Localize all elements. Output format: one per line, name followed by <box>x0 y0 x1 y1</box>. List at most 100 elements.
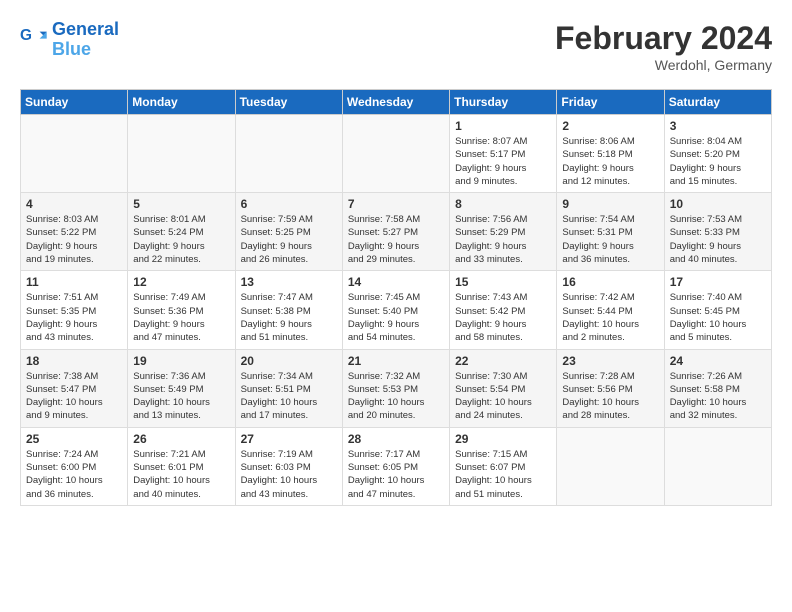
calendar-cell: 7Sunrise: 7:58 AM Sunset: 5:27 PM Daylig… <box>342 193 449 271</box>
calendar-cell: 18Sunrise: 7:38 AM Sunset: 5:47 PM Dayli… <box>21 349 128 427</box>
calendar-week-row: 18Sunrise: 7:38 AM Sunset: 5:47 PM Dayli… <box>21 349 772 427</box>
day-number: 15 <box>455 275 551 289</box>
title-block: February 2024 Werdohl, Germany <box>555 20 772 73</box>
day-number: 2 <box>562 119 658 133</box>
day-info: Sunrise: 7:28 AM Sunset: 5:56 PM Dayligh… <box>562 370 658 423</box>
weekday-header: Saturday <box>664 90 771 115</box>
day-number: 6 <box>241 197 337 211</box>
day-info: Sunrise: 7:24 AM Sunset: 6:00 PM Dayligh… <box>26 448 122 501</box>
location-subtitle: Werdohl, Germany <box>555 57 772 73</box>
day-number: 29 <box>455 432 551 446</box>
calendar-cell <box>235 115 342 193</box>
day-number: 10 <box>670 197 766 211</box>
calendar-cell: 5 Sunrise: 8:01 AM Sunset: 5:24 PM Daylig… <box>128 193 235 271</box>
day-number: 5 <box>133 197 229 211</box>
calendar-cell: 3 Sunrise: 8:04 AM Sunset: 5:20 PM Daylig… <box>664 115 771 193</box>
day-info: Sunrise: 7:59 AM Sunset: 5:25 PM Dayligh… <box>241 213 337 266</box>
day-number: 22 <box>455 354 551 368</box>
calendar-cell: 15 Sunrise: 7:43 AM Sunset: 5:42 PM Dayli… <box>450 271 557 349</box>
day-info: Sunrise: 7:36 AM Sunset: 5:49 PM Dayligh… <box>133 370 229 423</box>
weekday-header-row: SundayMondayTuesdayWednesdayThursdayFrid… <box>21 90 772 115</box>
day-info: Sunrise: 7:54 AM Sunset: 5:31 PM Dayligh… <box>562 213 658 266</box>
day-info: Sunrise: 7:26 AM Sunset: 5:58 PM Dayligh… <box>670 370 766 423</box>
calendar-week-row: 1 Sunrise: 8:07 AM Sunset: 5:17 PM Daylig… <box>21 115 772 193</box>
calendar-cell: 11Sunrise: 7:51 AM Sunset: 5:35 PM Dayli… <box>21 271 128 349</box>
day-info: Sunrise: 8:07 AM Sunset: 5:17 PM Dayligh… <box>455 135 551 188</box>
day-info: Sunrise: 8:01 AM Sunset: 5:24 PM Dayligh… <box>133 213 229 266</box>
calendar-cell: 21 Sunrise: 7:32 AM Sunset: 5:53 PM Dayli… <box>342 349 449 427</box>
day-number: 27 <box>241 432 337 446</box>
day-number: 26 <box>133 432 229 446</box>
calendar-cell: 1 Sunrise: 8:07 AM Sunset: 5:17 PM Daylig… <box>450 115 557 193</box>
day-number: 25 <box>26 432 122 446</box>
day-number: 4 <box>26 197 122 211</box>
calendar-cell: 9Sunrise: 7:54 AM Sunset: 5:31 PM Daylig… <box>557 193 664 271</box>
calendar-cell: 13 Sunrise: 7:47 AM Sunset: 5:38 PM Dayli… <box>235 271 342 349</box>
day-info: Sunrise: 7:43 AM Sunset: 5:42 PM Dayligh… <box>455 291 551 344</box>
day-info: Sunrise: 7:42 AM Sunset: 5:44 PM Dayligh… <box>562 291 658 344</box>
calendar-cell: 12 Sunrise: 7:49 AM Sunset: 5:36 PM Dayli… <box>128 271 235 349</box>
calendar-cell: 28 Sunrise: 7:17 AM Sunset: 6:05 PM Dayli… <box>342 427 449 505</box>
day-info: Sunrise: 7:21 AM Sunset: 6:01 PM Dayligh… <box>133 448 229 501</box>
calendar-cell: 25 Sunrise: 7:24 AM Sunset: 6:00 PM Dayli… <box>21 427 128 505</box>
calendar-cell: 8Sunrise: 7:56 AM Sunset: 5:29 PM Daylig… <box>450 193 557 271</box>
calendar-cell <box>557 427 664 505</box>
day-info: Sunrise: 7:19 AM Sunset: 6:03 PM Dayligh… <box>241 448 337 501</box>
calendar-cell: 17 Sunrise: 7:40 AM Sunset: 5:45 PM Dayli… <box>664 271 771 349</box>
day-info: Sunrise: 7:32 AM Sunset: 5:53 PM Dayligh… <box>348 370 444 423</box>
day-info: Sunrise: 7:40 AM Sunset: 5:45 PM Dayligh… <box>670 291 766 344</box>
calendar-cell: 29 Sunrise: 7:15 AM Sunset: 6:07 PM Dayli… <box>450 427 557 505</box>
weekday-header: Tuesday <box>235 90 342 115</box>
calendar-cell: 6 Sunrise: 7:59 AM Sunset: 5:25 PM Daylig… <box>235 193 342 271</box>
day-number: 19 <box>133 354 229 368</box>
weekday-header: Friday <box>557 90 664 115</box>
day-number: 12 <box>133 275 229 289</box>
day-number: 20 <box>241 354 337 368</box>
calendar-cell: 24 Sunrise: 7:26 AM Sunset: 5:58 PM Dayli… <box>664 349 771 427</box>
weekday-header: Wednesday <box>342 90 449 115</box>
calendar-cell: 2 Sunrise: 8:06 AM Sunset: 5:18 PM Daylig… <box>557 115 664 193</box>
page-header: G GeneralBlue February 2024 Werdohl, Ger… <box>20 20 772 73</box>
calendar-table: SundayMondayTuesdayWednesdayThursdayFrid… <box>20 89 772 506</box>
day-number: 17 <box>670 275 766 289</box>
day-info: Sunrise: 8:06 AM Sunset: 5:18 PM Dayligh… <box>562 135 658 188</box>
logo: G GeneralBlue <box>20 20 119 60</box>
day-number: 24 <box>670 354 766 368</box>
day-number: 14 <box>348 275 444 289</box>
svg-text:G: G <box>20 27 32 44</box>
day-info: Sunrise: 8:04 AM Sunset: 5:20 PM Dayligh… <box>670 135 766 188</box>
calendar-cell: 26 Sunrise: 7:21 AM Sunset: 6:01 PM Dayli… <box>128 427 235 505</box>
day-number: 18 <box>26 354 122 368</box>
day-info: Sunrise: 7:30 AM Sunset: 5:54 PM Dayligh… <box>455 370 551 423</box>
day-number: 8 <box>455 197 551 211</box>
calendar-cell: 10 Sunrise: 7:53 AM Sunset: 5:33 PM Dayli… <box>664 193 771 271</box>
day-number: 28 <box>348 432 444 446</box>
calendar-cell: 16 Sunrise: 7:42 AM Sunset: 5:44 PM Dayli… <box>557 271 664 349</box>
day-number: 16 <box>562 275 658 289</box>
calendar-week-row: 11Sunrise: 7:51 AM Sunset: 5:35 PM Dayli… <box>21 271 772 349</box>
day-number: 3 <box>670 119 766 133</box>
day-number: 21 <box>348 354 444 368</box>
day-info: Sunrise: 7:45 AM Sunset: 5:40 PM Dayligh… <box>348 291 444 344</box>
day-info: Sunrise: 7:53 AM Sunset: 5:33 PM Dayligh… <box>670 213 766 266</box>
day-number: 7 <box>348 197 444 211</box>
weekday-header: Monday <box>128 90 235 115</box>
day-info: Sunrise: 8:03 AM Sunset: 5:22 PM Dayligh… <box>26 213 122 266</box>
day-info: Sunrise: 7:49 AM Sunset: 5:36 PM Dayligh… <box>133 291 229 344</box>
calendar-week-row: 25 Sunrise: 7:24 AM Sunset: 6:00 PM Dayli… <box>21 427 772 505</box>
logo-icon: G <box>20 26 48 54</box>
calendar-cell <box>664 427 771 505</box>
day-info: Sunrise: 7:17 AM Sunset: 6:05 PM Dayligh… <box>348 448 444 501</box>
month-title: February 2024 <box>555 20 772 57</box>
calendar-cell: 27 Sunrise: 7:19 AM Sunset: 6:03 PM Dayli… <box>235 427 342 505</box>
day-info: Sunrise: 7:47 AM Sunset: 5:38 PM Dayligh… <box>241 291 337 344</box>
calendar-cell: 20 Sunrise: 7:34 AM Sunset: 5:51 PM Dayli… <box>235 349 342 427</box>
calendar-cell: 4 Sunrise: 8:03 AM Sunset: 5:22 PM Daylig… <box>21 193 128 271</box>
calendar-week-row: 4 Sunrise: 8:03 AM Sunset: 5:22 PM Daylig… <box>21 193 772 271</box>
day-number: 1 <box>455 119 551 133</box>
calendar-cell <box>128 115 235 193</box>
day-info: Sunrise: 7:34 AM Sunset: 5:51 PM Dayligh… <box>241 370 337 423</box>
day-info: Sunrise: 7:15 AM Sunset: 6:07 PM Dayligh… <box>455 448 551 501</box>
day-number: 13 <box>241 275 337 289</box>
day-number: 11 <box>26 275 122 289</box>
